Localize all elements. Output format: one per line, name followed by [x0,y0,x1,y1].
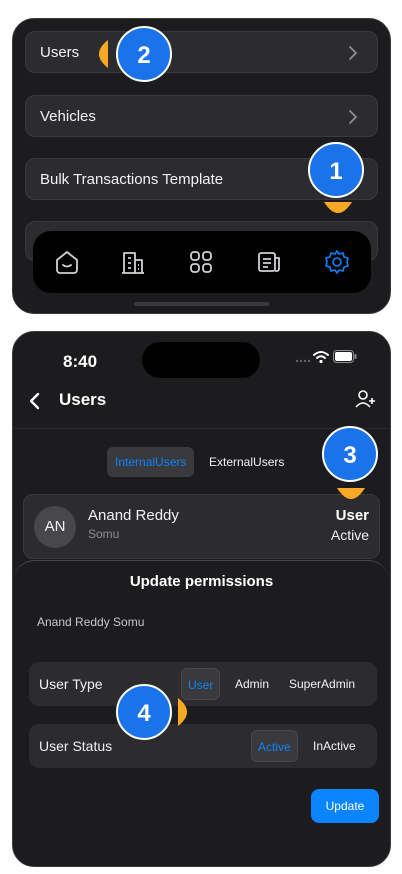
user-type-row: User Type User Admin SuperAdmin [29,662,377,706]
user-role: User [335,507,369,524]
building-icon[interactable] [119,248,147,276]
update-button[interactable]: Update [311,789,379,823]
sheet-user-name: Anand Reddy Somu [37,615,145,629]
pointer-2 [99,40,108,68]
user-status-option-inactive[interactable]: InActive [307,730,362,762]
menu-item-label: Users [40,44,80,61]
home-icon[interactable] [53,248,81,276]
user-type-label: User Type [39,676,103,692]
sheet-title: Update permissions [129,573,274,590]
user-type-option-superadmin[interactable]: SuperAdmin [283,668,361,700]
user-card[interactable]: AN Anand Reddy Somu User Active [23,494,380,559]
nav-bar: Users [13,380,390,429]
step-badge-4: 4 [116,684,172,740]
chevron-right-icon [349,110,358,124]
user-subtitle: Somu [88,527,120,541]
user-status-option-active[interactable]: Active [251,730,298,762]
pointer-4 [178,698,187,726]
step-badge-1: 1 [308,142,364,198]
wifi-icon [313,351,329,364]
document-icon[interactable] [255,248,283,276]
menu-item-users[interactable]: Users [25,31,378,73]
tab-bar [33,231,371,293]
avatar: AN [34,506,76,548]
user-status: Active [330,527,369,543]
status-time: 8:40 [63,352,98,371]
gear-icon[interactable] [323,248,351,276]
tab-external-users[interactable]: ExternalUsers [201,447,292,477]
dynamic-island [142,342,260,378]
tab-internal-users[interactable]: InternalUsers [107,447,195,477]
add-user-icon[interactable] [354,388,376,410]
back-chevron-icon[interactable] [27,392,43,410]
page-title: Users [59,390,107,409]
user-status-label: User Status [39,738,113,754]
battery-icon [333,350,357,363]
menu-item-label: Bulk Transactions Template [40,171,224,188]
chevron-right-icon [349,46,358,60]
user-status-row: User Status Active InActive [29,724,377,768]
signal-icon [295,359,311,363]
pointer-1 [324,202,352,213]
menu-item-label: Vehicles [40,108,96,125]
step-badge-2: 2 [116,26,172,82]
step-badge-3: 3 [322,426,378,482]
user-name: Anand Reddy [88,507,179,524]
update-permissions-sheet: Update permissions Anand Reddy Somu User… [13,560,390,866]
pointer-3 [337,488,365,499]
users-panel: 8:40 Users InternalUsers ExternalUsers A… [12,331,391,867]
user-type-option-user[interactable]: User [181,668,221,700]
menu-item-vehicles[interactable]: Vehicles [25,95,378,137]
grid-icon[interactable] [187,248,215,276]
user-type-option-admin[interactable]: Admin [229,668,275,700]
home-indicator [134,302,269,306]
